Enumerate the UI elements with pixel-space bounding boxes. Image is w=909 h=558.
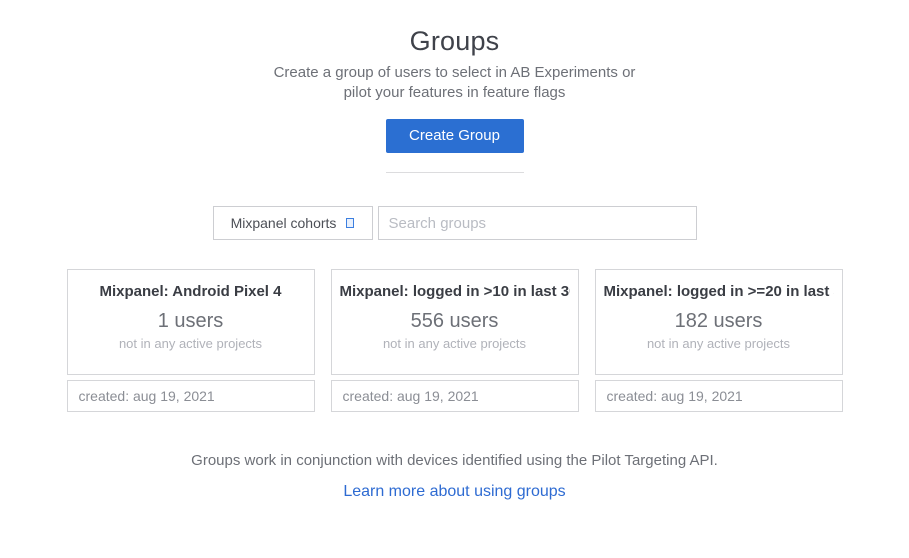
create-group-button-row: Create Group [0, 119, 909, 153]
group-card-list: Mixpanel: Android Pixel 4 1 users not in… [0, 269, 909, 412]
square-outline-icon [346, 218, 354, 228]
subtitle-line-2: pilot your features in feature flags [344, 84, 566, 101]
group-projects-note: not in any active projects [340, 336, 570, 352]
group-created-date: created: aug 19, 2021 [67, 380, 315, 412]
group-card-body: Mixpanel: logged in >=20 in last 30... 1… [595, 269, 843, 375]
create-group-button[interactable]: Create Group [386, 119, 524, 153]
learn-more-link[interactable]: Learn more about using groups [343, 483, 565, 500]
group-projects-note: not in any active projects [604, 336, 834, 352]
header-divider [386, 172, 524, 173]
group-card[interactable]: Mixpanel: logged in >=20 in last 30... 1… [595, 269, 843, 412]
group-projects-note: not in any active projects [76, 336, 306, 352]
search-box [378, 206, 697, 240]
group-name: Mixpanel: logged in >10 in last 30 ... [340, 283, 570, 300]
group-users-count: 182 users [604, 309, 834, 333]
group-card[interactable]: Mixpanel: logged in >10 in last 30 ... 5… [331, 269, 579, 412]
filter-bar: Mixpanel cohorts [0, 206, 909, 240]
group-card-body: Mixpanel: Android Pixel 4 1 users not in… [67, 269, 315, 375]
group-name: Mixpanel: logged in >=20 in last 30... [604, 283, 834, 300]
search-input[interactable] [378, 206, 697, 240]
page-footer: Groups work in conjunction with devices … [0, 452, 909, 501]
page-header: Groups Create a group of users to select… [0, 26, 909, 173]
group-created-date: created: aug 19, 2021 [331, 380, 579, 412]
group-created-date: created: aug 19, 2021 [595, 380, 843, 412]
group-users-count: 556 users [340, 309, 570, 333]
subtitle-line-1: Create a group of users to select in AB … [274, 64, 636, 81]
page-subtitle: Create a group of users to select in AB … [0, 63, 909, 103]
source-dropdown-value: Mixpanel cohorts [231, 215, 337, 231]
group-card[interactable]: Mixpanel: Android Pixel 4 1 users not in… [67, 269, 315, 412]
group-name: Mixpanel: Android Pixel 4 [76, 283, 306, 300]
source-dropdown[interactable]: Mixpanel cohorts [213, 206, 373, 240]
page-title: Groups [0, 26, 909, 56]
footer-link-row: Learn more about using groups [0, 483, 909, 501]
groups-page: Groups Create a group of users to select… [0, 0, 909, 558]
group-card-body: Mixpanel: logged in >10 in last 30 ... 5… [331, 269, 579, 375]
group-users-count: 1 users [76, 309, 306, 333]
footer-info-text: Groups work in conjunction with devices … [0, 452, 909, 470]
